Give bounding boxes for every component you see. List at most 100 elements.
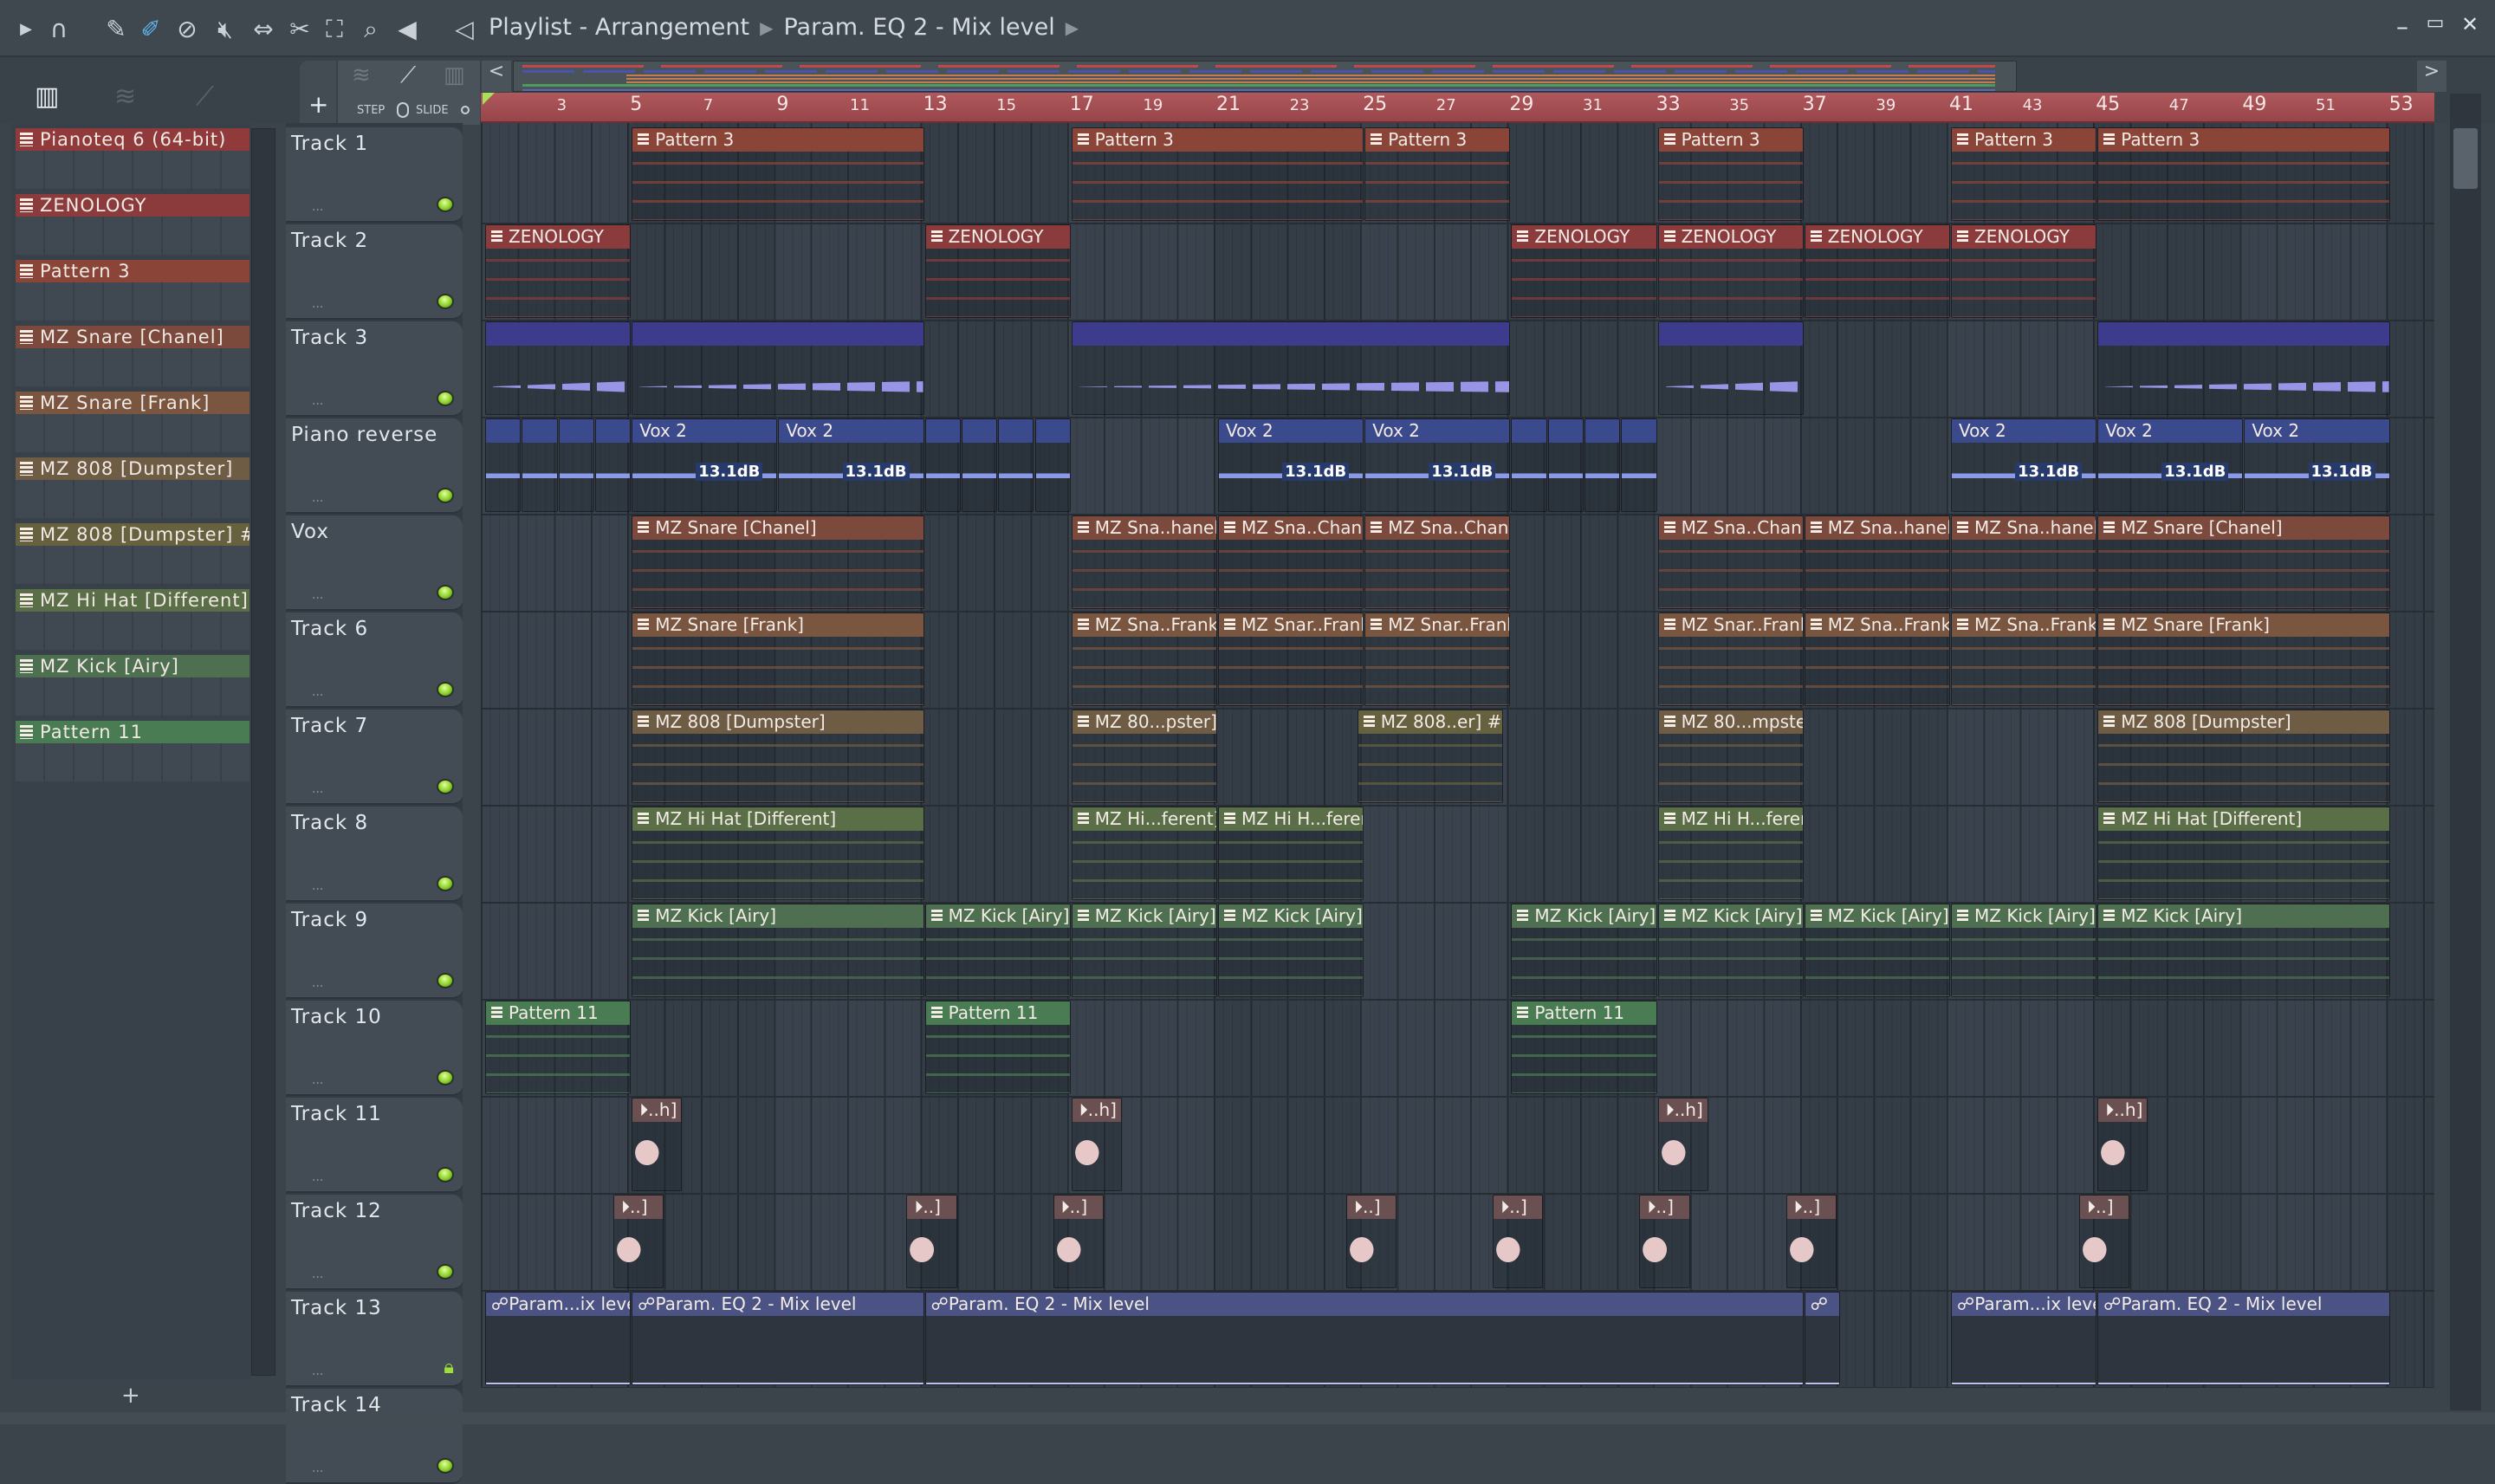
step-toggle-switch[interactable]	[397, 102, 409, 118]
maximize-button[interactable]: ▭	[2420, 12, 2450, 34]
pattern-clip[interactable]: ZENOLOGY	[485, 224, 632, 318]
slide-toggle[interactable]: SLIDE	[416, 104, 449, 117]
pattern-clip[interactable]: ZENOLOGY	[1511, 224, 1657, 318]
track-menu-dots[interactable]: ...	[312, 1267, 323, 1281]
pattern-clip[interactable]: MZ Hi H...ferent]	[1657, 807, 1804, 900]
audio-clip[interactable]: Vox 2 13.1dB	[632, 418, 778, 512]
pattern-clip[interactable]: Pattern 3	[1657, 127, 1804, 221]
track-name[interactable]: Track 7	[291, 715, 368, 737]
audio-clip[interactable]	[522, 418, 558, 512]
track-name[interactable]: Track 3	[291, 327, 368, 349]
pattern-clip[interactable]: MZ Kick [Airy]	[1657, 904, 1804, 997]
pattern-clip[interactable]: MZ Kick [Airy]	[1951, 904, 2097, 997]
audio-clip[interactable]: Vox 2 13.1dB	[2097, 418, 2244, 512]
zoom-icon[interactable]: ⌕	[357, 16, 385, 43]
audio-clip[interactable]	[1034, 418, 1071, 512]
picker-scrollbar[interactable]	[251, 128, 275, 1376]
picker-item[interactable]: Pianoteq 6 (64-bit)	[16, 128, 250, 189]
audio-clip[interactable]: ⏵..]	[2079, 1195, 2130, 1288]
pattern-clip[interactable]: MZ Sna..hanel]	[1804, 515, 1950, 609]
pattern-clip[interactable]: Pattern 3	[1364, 127, 1511, 221]
playlist-grid[interactable]: Pattern 3 Pattern 3 Pattern 3 Pattern 3 Patt…	[481, 123, 2434, 1388]
audio-clip[interactable]: ⏵..h]	[1657, 1098, 1708, 1191]
audio-clip[interactable]	[485, 418, 522, 512]
audio-clip[interactable]: ⏵..h]	[1071, 1098, 1123, 1191]
track-menu-dots[interactable]: ...	[312, 1364, 323, 1378]
audio-clip[interactable]	[961, 418, 998, 512]
track-name[interactable]: Track 6	[291, 618, 368, 640]
pattern-clip[interactable]: MZ Snare [Chanel]	[2097, 515, 2390, 609]
automation-clip[interactable]: ☍Param. EQ 2 - Mix level	[924, 1292, 1804, 1385]
audio-clip[interactable]	[1584, 418, 1621, 512]
picker-item[interactable]: Pattern 11	[16, 721, 250, 781]
audio-clip[interactable]	[2097, 321, 2390, 415]
track-name[interactable]: Track 9	[291, 909, 368, 931]
audio-clip[interactable]: Vox 2 13.1dB	[1364, 418, 1511, 512]
picker-item[interactable]: MZ Snare [Chanel]	[16, 326, 250, 386]
track-menu-dots[interactable]: ...	[312, 1461, 323, 1475]
picker-item[interactable]: MZ 808 [Dumpster] #2	[16, 523, 250, 584]
pattern-clip[interactable]: ZENOLOGY	[1804, 224, 1950, 318]
track-menu-dots[interactable]: ...	[312, 879, 323, 893]
track-menu-dots[interactable]: ...	[312, 1073, 323, 1087]
automation-icon[interactable]: ⟋	[400, 62, 416, 89]
audio-clip[interactable]: Vox 2 13.1dB	[1951, 418, 2097, 512]
pattern-clip[interactable]: MZ Snar..Frank]	[1657, 612, 1804, 706]
step-toggle[interactable]: STEP	[357, 104, 385, 117]
pattern-clip[interactable]: ZENOLOGY	[1657, 224, 1804, 318]
pattern-clip[interactable]: Pattern 3	[1951, 127, 2097, 221]
audio-clip[interactable]: ⏵..h]	[632, 1098, 683, 1191]
delete-icon[interactable]: ⊘	[173, 16, 201, 43]
pattern-clip[interactable]: MZ 808 [Dumpster]	[2097, 710, 2390, 803]
pattern-clip[interactable]: MZ Sna..Chanel]	[1364, 515, 1511, 609]
track-name[interactable]: Vox	[291, 521, 329, 543]
timeline-ruler[interactable]: 3 5 7 9 11 13 15 17 19 21 23 25 27 29 31 33 35 37 39 41 43 45…	[481, 93, 2434, 123]
track-mute-led[interactable]	[437, 973, 454, 988]
audio-clip[interactable]	[558, 418, 594, 512]
audio-clip[interactable]	[1621, 418, 1657, 512]
automation-clip[interactable]: ☍	[1804, 1292, 1841, 1385]
track-header[interactable]: Track 14...	[286, 1389, 463, 1484]
automation-clip[interactable]: ☍Param...ix level	[1951, 1292, 2097, 1385]
automation-clip[interactable]: ☍Param. EQ 2 - Mix level	[632, 1292, 924, 1385]
pattern-clip[interactable]: MZ Kick [Airy]	[1511, 904, 1657, 997]
audio-clip[interactable]	[1511, 418, 1547, 512]
pattern-clip[interactable]: Pattern 11	[924, 1001, 1071, 1094]
track-header[interactable]: Track 6...	[286, 612, 463, 708]
picker-item[interactable]: MZ Hi Hat [Different]	[16, 589, 250, 650]
pattern-clip[interactable]: MZ Kick [Airy]	[1218, 904, 1364, 997]
track-name[interactable]: Piano reverse	[291, 424, 437, 446]
pattern-clip[interactable]: MZ Sna..Chanel]	[1218, 515, 1364, 609]
track-header[interactable]: Track 12...	[286, 1195, 463, 1290]
picker-item[interactable]: MZ Snare [Frank]	[16, 392, 250, 452]
track-header[interactable]: Track 2...	[286, 224, 463, 320]
audio-clip[interactable]: ⏵..h]	[2097, 1098, 2148, 1191]
track-mute-led[interactable]	[437, 1167, 454, 1183]
track-mute-led[interactable]	[437, 585, 454, 600]
play-arrow-icon[interactable]: ▶	[12, 16, 40, 43]
paint-brush-icon[interactable]: ✐	[137, 16, 165, 43]
pattern-clip[interactable]: MZ 808 [Dumpster]	[632, 710, 924, 803]
audio-clip[interactable]: ⏵..]	[906, 1195, 957, 1288]
pattern-clip[interactable]: MZ 808..er] #2	[1357, 710, 1503, 803]
audio-clip[interactable]: ⏵..]	[1346, 1195, 1397, 1288]
slice-icon[interactable]: ✂	[286, 16, 314, 43]
playback-icon[interactable]: ◀︎	[393, 16, 421, 43]
audio-clip[interactable]: ⏵..]	[1053, 1195, 1104, 1288]
track-header[interactable]: Track 11...	[286, 1098, 463, 1193]
automation-icon[interactable]: ⟋	[196, 81, 214, 112]
audio-clip[interactable]	[594, 418, 632, 512]
track-mute-led[interactable]	[437, 1264, 454, 1280]
magnet-icon[interactable]: ∩	[45, 16, 73, 43]
track-mute-led[interactable]	[437, 876, 454, 891]
pattern-clip[interactable]: MZ Snare [Frank]	[2097, 612, 2390, 706]
audio-clip[interactable]	[1547, 418, 1584, 512]
pattern-clip[interactable]: MZ Sna..Chanel]	[1657, 515, 1804, 609]
track-mute-led[interactable]	[437, 779, 454, 794]
pattern-clip[interactable]: MZ Hi Hat [Different]	[2097, 807, 2390, 900]
track-header[interactable]: Track 10...	[286, 1001, 463, 1096]
track-name[interactable]: Track 1	[291, 133, 368, 155]
picker-item[interactable]: MZ 808 [Dumpster]	[16, 457, 250, 518]
track-menu-dots[interactable]: ...	[312, 782, 323, 796]
vertical-scrollbar[interactable]	[2450, 94, 2481, 1410]
